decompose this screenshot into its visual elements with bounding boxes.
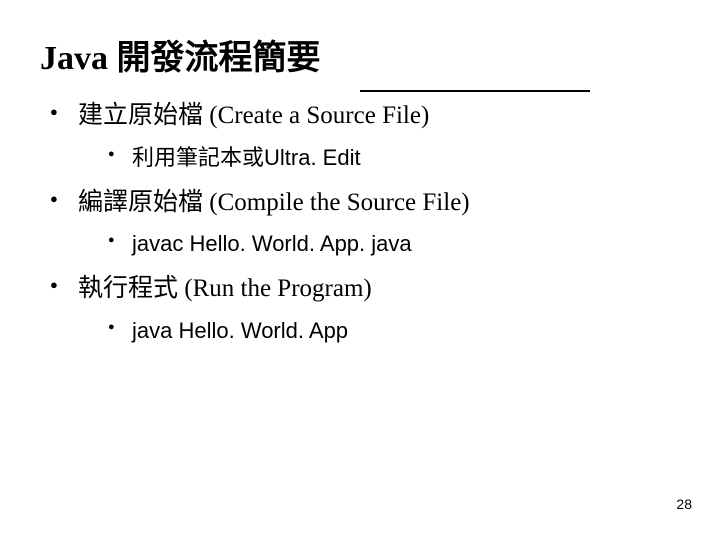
bullet-text: 執行程式 (Run the Program) <box>78 275 372 302</box>
slide-title: Java 開發流程簡要 <box>40 30 680 79</box>
bullet-item: 執行程式 (Run the Program) java Hello. World… <box>50 270 680 347</box>
title-underline <box>360 90 590 92</box>
sub-list: java Hello. World. App <box>78 314 680 347</box>
sub-list: 利用筆記本或Ultra. Edit <box>78 141 680 174</box>
bullet-list: 建立原始檔 (Create a Source File) 利用筆記本或Ultra… <box>40 97 680 347</box>
sub-item: java Hello. World. App <box>108 314 680 347</box>
sub-text: 利用筆記本或Ultra. Edit <box>132 145 361 170</box>
slide: Java 開發流程簡要 建立原始檔 (Create a Source File)… <box>0 0 720 540</box>
sub-item: 利用筆記本或Ultra. Edit <box>108 141 680 174</box>
bullet-item: 編譯原始檔 (Compile the Source File) javac He… <box>50 184 680 261</box>
bullet-text: 建立原始檔 (Create a Source File) <box>78 102 429 129</box>
bullet-text: 編譯原始檔 (Compile the Source File) <box>78 189 470 216</box>
page-number: 28 <box>676 496 692 512</box>
sub-text: java Hello. World. App <box>132 318 348 343</box>
bullet-item: 建立原始檔 (Create a Source File) 利用筆記本或Ultra… <box>50 97 680 174</box>
sub-item: javac Hello. World. App. java <box>108 227 680 260</box>
sub-list: javac Hello. World. App. java <box>78 227 680 260</box>
sub-text: javac Hello. World. App. java <box>132 231 412 256</box>
